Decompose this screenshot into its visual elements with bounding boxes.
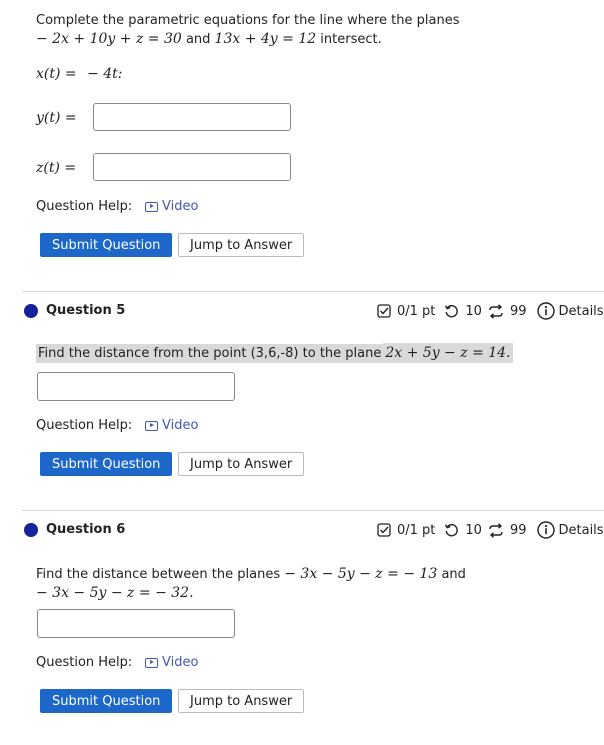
q5-status-dot — [24, 304, 38, 318]
q6-status-dot — [24, 523, 38, 537]
retry-icon — [445, 523, 459, 536]
q5-video-link[interactable]: Video — [145, 418, 198, 433]
q5-submit-button[interactable]: Submit Question — [40, 452, 173, 476]
video-icon — [145, 201, 158, 212]
q6-submit-button[interactable]: Submit Question — [40, 689, 173, 713]
score-check-icon — [377, 523, 391, 537]
q6-plane1: − 3x − 5y − z = − 13 — [284, 566, 438, 582]
attempts-icon — [489, 522, 503, 538]
q6-attempts: 99 — [509, 522, 527, 538]
q4-submit-button[interactable]: Submit Question — [40, 233, 173, 257]
q5-answer-input[interactable] — [37, 372, 235, 401]
q5-score: 0/1 pt — [397, 303, 436, 319]
divider-q6 — [22, 510, 604, 511]
q6-video-link[interactable]: Video — [145, 655, 198, 670]
score-check-icon — [377, 304, 391, 318]
q4-plane1: − 2x + 10y + z = 30 — [36, 31, 182, 47]
video-icon — [145, 420, 158, 431]
q5-jump-button[interactable]: Jump to Answer — [178, 452, 305, 476]
q5-video-label: Video — [162, 418, 199, 433]
retry-icon — [445, 304, 459, 317]
q6-details[interactable]: Details — [559, 523, 604, 538]
q6-help-label: Question Help: — [36, 655, 133, 670]
y-label: y(t) = — [36, 110, 77, 126]
q6-plane2: − 3x − 5y − z = − 32. — [36, 585, 194, 601]
q5-equation: 2x + 5y − z = 14. — [383, 343, 513, 363]
q5-prompt: Find the distance from the point (3,6,-8… — [36, 343, 513, 363]
q4-prompt: Complete the parametric equations for th… — [36, 12, 576, 49]
q4-plane2: 13x + 4y = 12 — [214, 31, 317, 47]
video-icon — [145, 657, 158, 668]
q6-answer-input[interactable] — [37, 609, 235, 638]
q6-jump-button[interactable]: Jump to Answer — [178, 689, 305, 713]
q4-jump-button[interactable]: Jump to Answer — [178, 233, 305, 257]
info-icon[interactable] — [536, 521, 555, 539]
q4-intersect: intersect. — [320, 32, 382, 47]
q5-retries: 10 — [465, 303, 482, 319]
q5-attempts: 99 — [509, 303, 527, 319]
q5-meta: 0/1 pt 10 99 Details — [377, 302, 604, 320]
x-label: x(t) = — [36, 66, 77, 82]
z-input[interactable] — [93, 153, 291, 181]
q6-prompt-text: Find the distance between the planes — [36, 567, 281, 582]
q6-and: and — [441, 567, 466, 582]
q4-help-label: Question Help: — [36, 199, 133, 214]
q6-video-label: Video — [162, 655, 199, 670]
x-value: − 4t: — [87, 66, 123, 82]
q5-prompt-text: Find the distance from the point (3,6,-8… — [36, 344, 384, 363]
divider-q5 — [22, 291, 604, 292]
q4-prompt-line1: Complete the parametric equations for th… — [36, 13, 460, 28]
q6-prompt: Find the distance between the planes − 3… — [36, 565, 466, 603]
q6-title: Question 6 — [46, 522, 126, 537]
q6-retries: 10 — [465, 522, 482, 538]
q5-title: Question 5 — [46, 303, 126, 318]
q6-score: 0/1 pt — [397, 522, 436, 538]
x-equation: x(t) = − 4t: — [36, 66, 123, 82]
info-icon[interactable] — [536, 302, 555, 320]
attempts-icon — [489, 303, 503, 319]
q6-meta: 0/1 pt 10 99 Details — [377, 521, 604, 539]
y-input[interactable] — [93, 103, 291, 131]
q4-and: and — [185, 32, 211, 47]
q5-details[interactable]: Details — [559, 304, 604, 319]
q4-video-label: Video — [162, 199, 199, 214]
z-label: z(t) = — [36, 160, 77, 176]
q4-video-link[interactable]: Video — [145, 199, 198, 214]
q5-help-label: Question Help: — [36, 418, 133, 433]
